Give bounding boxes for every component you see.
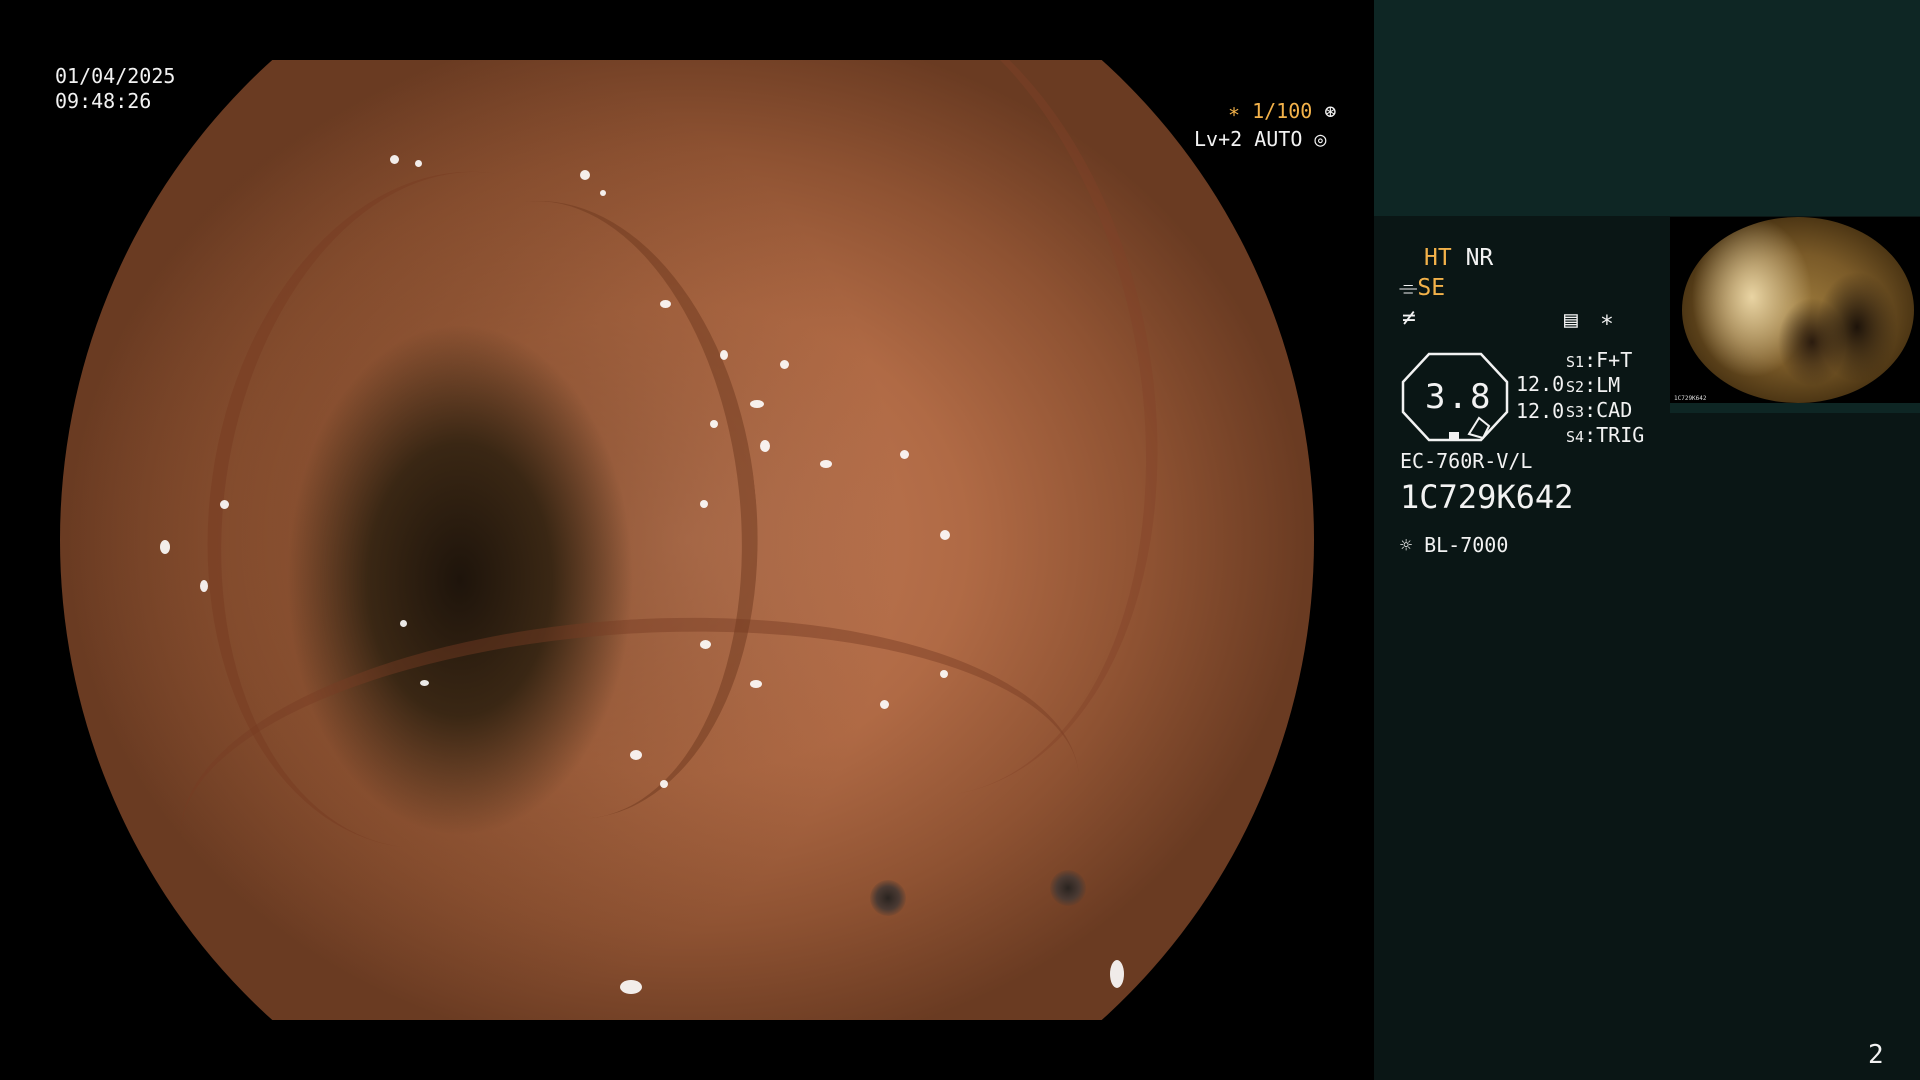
switch-s1: S1:F+T [1566,348,1633,372]
shutter-icon: ⊛ [1324,99,1337,123]
reference-thumbnail: 1C729K642 [1670,217,1920,413]
specular-highlight [580,170,590,180]
tattoo-mark [870,880,906,916]
specular-highlight [750,680,762,688]
switch-value: CAD [1596,398,1633,422]
light-source-label: BL-7000 [1424,533,1509,557]
exam-time: 09:48:26 [55,89,152,113]
magnification-bottom: 12.0 [1516,399,1565,423]
switch-key: S1 [1566,353,1585,371]
se-label: SE [1417,275,1446,301]
specular-highlight [700,640,711,649]
specular-highlight [940,670,948,678]
panel-header-area [1374,0,1920,216]
specular-highlight [900,450,909,459]
switch-s4: S4:TRIG [1566,423,1645,447]
specular-highlight [750,400,764,408]
switch-key: S3 [1566,403,1585,421]
switch-value: LM [1596,373,1621,397]
specular-highlight [400,620,407,627]
auto-iris-icon: ◎ [1314,127,1327,151]
specular-highlight [660,300,671,308]
specular-highlight [820,460,832,468]
ht-indicator: HT NR [1424,244,1493,272]
specular-highlight [780,360,789,369]
specular-highlight [1110,960,1124,988]
tattoo-mark [1050,870,1086,906]
specular-highlight [415,160,422,167]
light-source: ☼ BL-7000 [1400,533,1508,557]
exam-date: 01/04/2025 [55,64,176,88]
specular-highlight [630,750,642,760]
switch-value: TRIG [1596,423,1645,447]
shutter-speed-value: ∗ 1/100 [1228,99,1313,123]
structure-enhance-icon: ⌯ [1399,275,1418,301]
zoom-dial-value: 3.8 [1425,377,1493,417]
switch-s3: S3:CAD [1566,398,1633,422]
specular-highlight [220,500,229,509]
endoscope-view: 01/04/2025 09:48:26 ∗ 1/100 ⊛ Lv+2 AUTO … [0,0,1374,1080]
specular-highlight [600,190,606,196]
se-indicator: ⌯SE [1399,274,1445,302]
specular-highlight [390,155,399,164]
shutter-speed: ∗ 1/100 ⊛ [1228,99,1336,123]
nr-label: NR [1465,245,1494,271]
specular-highlight [160,540,170,554]
thumbnail-serial: 1C729K642 [1674,395,1707,402]
specular-highlight [880,700,889,709]
specular-highlight [420,680,429,686]
thumbnail-bar [1670,403,1920,413]
specular-highlight [720,350,728,360]
specular-highlight [940,530,950,540]
specular-highlight [200,580,208,592]
menu-icon: ▤ [1564,307,1578,333]
switch-s2: S2:LM [1566,373,1621,397]
asterisk-icon: ∗ [1600,307,1614,333]
specular-highlight [660,780,668,788]
specular-highlight [700,500,708,508]
magnification-top: 12.0 [1516,372,1565,396]
light-source-icon: ☼ [1400,533,1413,557]
switch-value: F+T [1596,348,1633,372]
scope-serial: 1C729K642 [1400,478,1574,516]
page-number: 2 [1868,1040,1884,1070]
freeze-indicator-icon: ≠ [1402,305,1416,331]
specular-highlight [620,980,642,994]
switch-key: S4 [1566,428,1585,446]
brightness-level-value: Lv+2 AUTO [1194,127,1303,151]
specular-highlight [710,420,718,428]
switch-key: S2 [1566,378,1585,396]
ht-label: HT [1424,245,1452,271]
scope-model: EC-760R-V/L [1400,449,1533,473]
specular-highlight [760,440,770,452]
thumbnail-image [1682,217,1914,403]
brightness-level: Lv+2 AUTO ◎ [1194,127,1326,151]
endoscope-image [60,60,1314,1020]
